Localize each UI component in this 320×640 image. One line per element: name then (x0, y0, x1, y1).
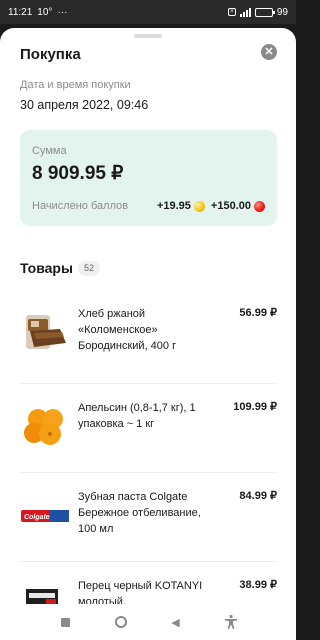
list-item[interactable]: Апельсин (0,8-1,7 кг), 1 упаковка ~ 1 кг… (20, 384, 277, 473)
goods-list: Хлеб ржаной «Коломенское» Бородинский, 4… (20, 290, 277, 604)
goods-count-badge: 52 (78, 261, 101, 276)
item-name: Хлеб ржаной «Коломенское» Бородинский, 4… (78, 308, 177, 352)
accessibility-icon (224, 614, 237, 629)
item-price: 109.99 ₽ (233, 401, 277, 413)
battery-icon (254, 7, 275, 17)
points-red-value: +150.00 (210, 200, 251, 212)
system-nav-bar: ◀ (0, 604, 296, 640)
points-label: Начислено баллов (32, 200, 129, 212)
colgate-logo: Colgate (24, 514, 50, 521)
back-triangle-icon: ◀ (171, 616, 180, 629)
back-button[interactable]: ◀ (166, 612, 186, 632)
list-item[interactable]: Перец черный KOTANYI молотый, 38.99 ₽ (20, 562, 277, 604)
bread-icon (26, 315, 66, 349)
item-name: Перец черный KOTANYI молотый, (78, 580, 203, 604)
list-item[interactable]: Хлеб ржаной «Коломенское» Бородинский, 4… (20, 290, 277, 384)
sum-label: Сумма (32, 145, 67, 157)
close-button[interactable]: ✕ (261, 44, 277, 60)
pepper-icon (26, 589, 58, 604)
purchase-sheet: Покупка ✕ Дата и время покупки 30 апреля… (0, 28, 296, 604)
accessibility-button[interactable] (221, 612, 241, 632)
status-bar: 11:21 10° ··· × 99 (0, 0, 296, 24)
sum-card: Сумма 8 909.95 ₽ Начислено баллов +19.95… (20, 130, 277, 226)
goods-title: Товары (20, 260, 73, 276)
points-values: +19.95 +150.00 (157, 200, 265, 212)
home-button[interactable] (111, 612, 131, 632)
circle-icon (114, 616, 127, 628)
item-name: Апельсин (0,8-1,7 кг), 1 упаковка ~ 1 кг (78, 402, 196, 430)
item-price: 84.99 ₽ (239, 490, 277, 502)
date-value: 30 апреля 2022, 09:46 (20, 98, 149, 112)
sum-value: 8 909.95 ₽ (32, 163, 124, 184)
red-coin-icon (254, 200, 265, 212)
clock: 11:21 (8, 6, 33, 18)
square-icon (61, 617, 70, 627)
temperature: 10° (37, 6, 53, 18)
page-title: Покупка (20, 46, 81, 63)
points-yellow-value: +19.95 (156, 200, 191, 212)
yellow-coin-icon (193, 200, 205, 212)
battery-percent: 99 (276, 6, 288, 18)
date-label: Дата и время покупки (20, 79, 131, 91)
sim-icon: × (227, 8, 236, 16)
toothpaste-icon: Colgate (21, 510, 69, 522)
close-icon: ✕ (264, 46, 274, 58)
signal-icon (239, 7, 251, 17)
recents-button[interactable] (56, 612, 76, 632)
item-price: 56.99 ₽ (239, 307, 277, 319)
list-item[interactable]: Colgate Зубная паста Colgate Бережное от… (20, 473, 277, 562)
item-price: 38.99 ₽ (239, 579, 277, 591)
sheet-handle[interactable] (134, 34, 162, 38)
more-icon: ··· (57, 6, 68, 18)
oranges-icon (24, 409, 63, 445)
item-name: Зубная паста Colgate Бережное отбеливани… (78, 491, 201, 535)
